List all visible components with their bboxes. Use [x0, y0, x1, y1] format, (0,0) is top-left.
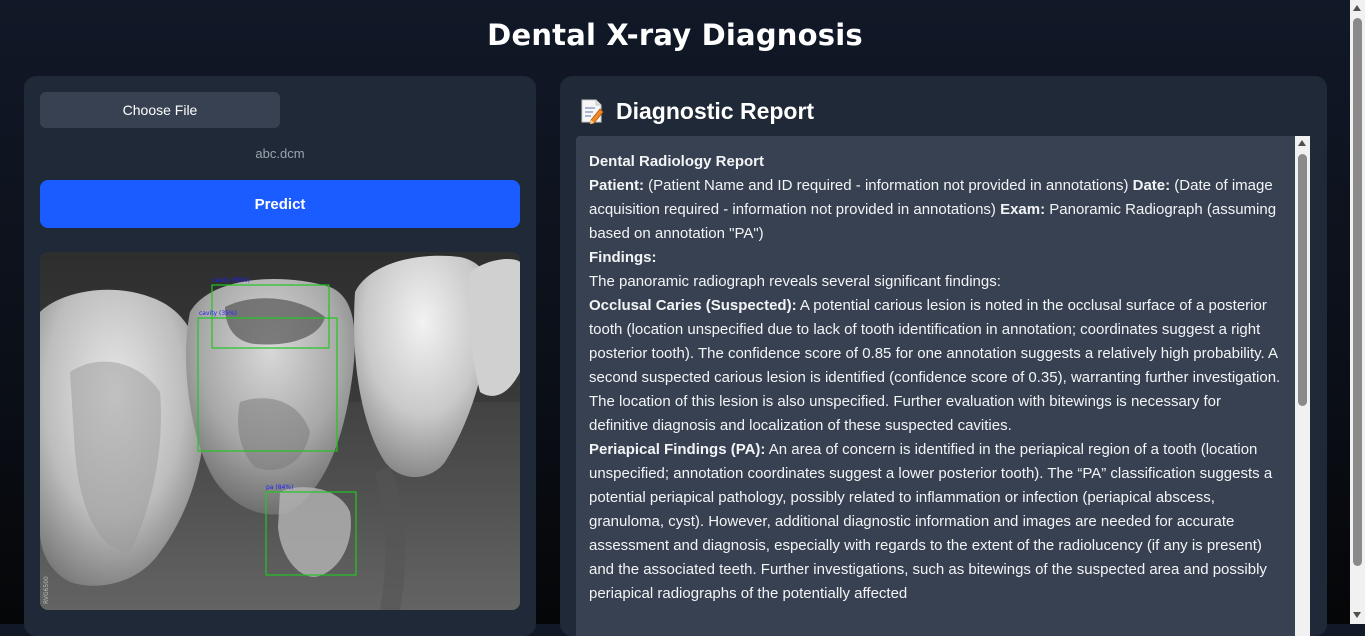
- findings-intro: The panoramic radiograph reveals several…: [589, 273, 1001, 290]
- detection-label: cavity (85%): [212, 277, 250, 284]
- scroll-up-arrow-icon[interactable]: [1353, 5, 1361, 11]
- xray-image: cavity (85%) cavity (35%) pa (84%) RVG65…: [40, 252, 520, 610]
- scrollbar-thumb[interactable]: [1298, 154, 1307, 406]
- scroll-down-arrow-icon[interactable]: [1353, 612, 1361, 618]
- report-heading: Dental Radiology Report: [589, 153, 765, 170]
- patient-label: Patient:: [589, 177, 645, 194]
- predict-button[interactable]: Predict: [40, 180, 520, 228]
- report-header: Diagnostic Report: [580, 96, 814, 126]
- report-panel: Diagnostic Report Dental Radiology Repor…: [560, 76, 1327, 636]
- image-watermark: RVG6500: [43, 576, 50, 604]
- report-scrollbar[interactable]: [1295, 136, 1310, 636]
- detection-label: pa (84%): [266, 484, 293, 491]
- report-content[interactable]: Dental Radiology Report Patient: (Patien…: [576, 136, 1295, 636]
- choose-file-button[interactable]: Choose File: [40, 92, 280, 128]
- date-label: Date:: [1132, 177, 1171, 194]
- page-title: Dental X-ray Diagnosis: [487, 18, 863, 52]
- caries-text: A potential carious lesion is noted in t…: [589, 297, 1281, 434]
- page-scrollbar[interactable]: [1350, 0, 1365, 624]
- selected-file-name: abc.dcm: [255, 146, 305, 161]
- detection-label: cavity (35%): [199, 310, 237, 317]
- memo-icon: [581, 99, 604, 124]
- scrollbar-thumb[interactable]: [1353, 18, 1362, 566]
- pa-label: Periapical Findings (PA):: [589, 441, 766, 458]
- pa-text: An area of concern is identified in the …: [589, 441, 1273, 602]
- scroll-up-arrow-icon[interactable]: [1298, 140, 1306, 146]
- report-title: Diagnostic Report: [616, 97, 815, 124]
- upload-panel: Choose File abc.dcm Predict cavity (85%)…: [24, 76, 536, 636]
- findings-label: Findings:: [589, 249, 657, 266]
- caries-label: Occlusal Caries (Suspected):: [589, 297, 797, 314]
- patient-text: (Patient Name and ID required - informat…: [644, 177, 1133, 194]
- exam-label: Exam:: [1000, 201, 1046, 218]
